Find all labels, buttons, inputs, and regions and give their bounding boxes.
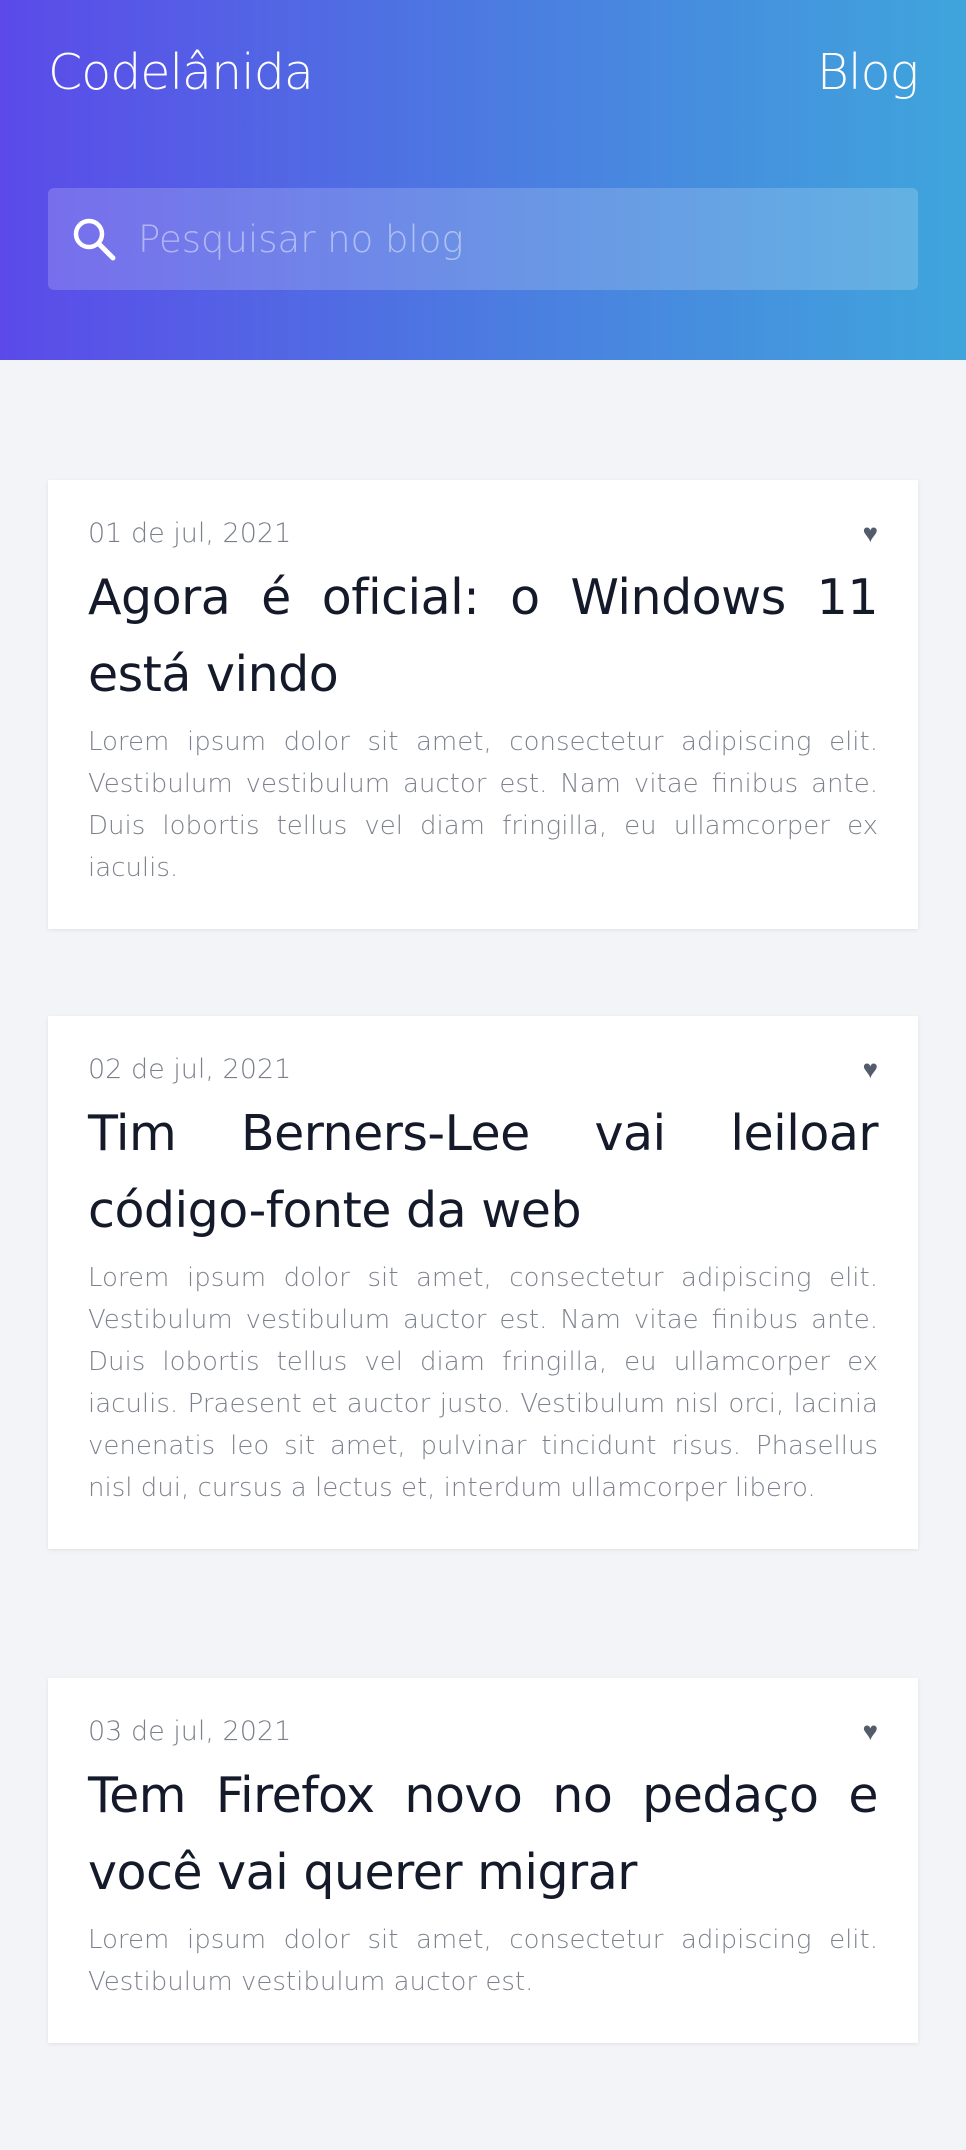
post-date: 03 de jul, 2021 — [88, 1716, 292, 1747]
search-input[interactable] — [136, 216, 896, 262]
heart-icon[interactable]: ♥ — [863, 518, 878, 549]
search-bar[interactable] — [48, 188, 918, 290]
site-header: Codelânida Blog — [0, 0, 966, 360]
search-icon — [73, 218, 116, 261]
brand-logo[interactable]: Codelânida — [48, 44, 314, 101]
heart-icon[interactable]: ♥ — [863, 1054, 878, 1085]
nav-link-blog[interactable]: Blog — [817, 44, 919, 101]
post-title[interactable]: Agora é oficial: o Windows 11 está vindo — [88, 559, 879, 713]
post-title[interactable]: Tem Firefox novo no pedaço e você vai qu… — [88, 1757, 879, 1911]
post-excerpt: Lorem ipsum dolor sit amet, consectetur … — [88, 727, 878, 883]
post-card[interactable]: 01 de jul, 2021 ♥ Agora é oficial: o Win… — [48, 480, 918, 929]
post-date: 02 de jul, 2021 — [88, 1054, 292, 1085]
post-card[interactable]: 03 de jul, 2021 ♥ Tem Firefox novo no pe… — [48, 1678, 918, 2043]
post-excerpt: Lorem ipsum dolor sit amet, consectetur … — [88, 1263, 878, 1503]
post-excerpt: Lorem ipsum dolor sit amet, consectetur … — [88, 1925, 878, 1997]
post-card[interactable]: 02 de jul, 2021 ♥ Tim Berners-Lee vai le… — [48, 1016, 918, 1549]
heart-icon[interactable]: ♥ — [863, 1716, 878, 1747]
post-date: 01 de jul, 2021 — [88, 518, 292, 549]
post-title[interactable]: Tim Berners-Lee vai leiloar código-fonte… — [88, 1095, 879, 1249]
